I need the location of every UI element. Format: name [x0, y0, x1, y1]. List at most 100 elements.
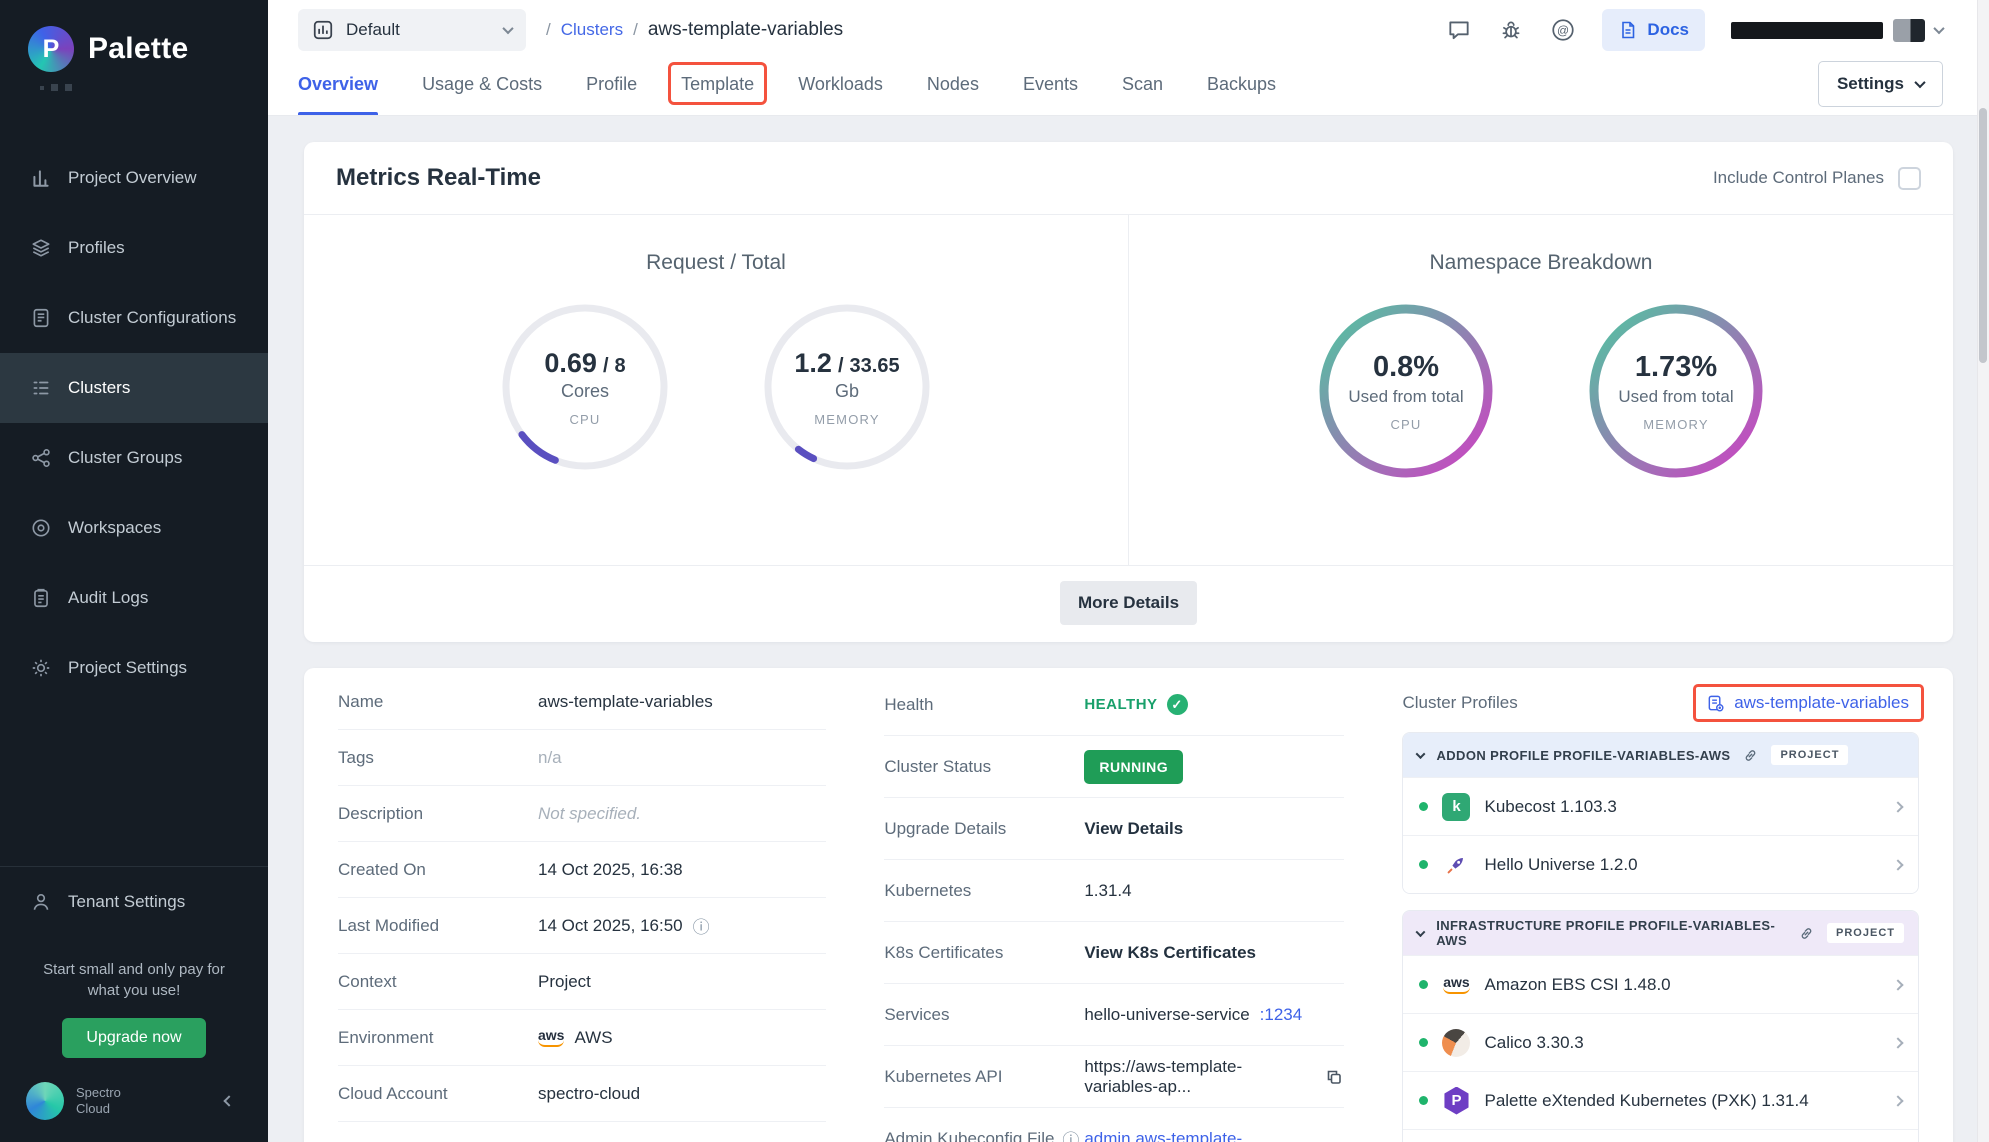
tab-overview[interactable]: Overview	[298, 54, 378, 115]
services-value: hello-universe-service	[1084, 1005, 1249, 1025]
profile-pack-calico[interactable]: Calico 3.30.3	[1403, 1013, 1918, 1071]
sidebar-item-audit-logs[interactable]: Audit Logs	[0, 563, 268, 633]
user-gear-icon	[30, 891, 52, 913]
settings-button[interactable]: Settings	[1818, 61, 1943, 107]
cpu-total-value: 8	[615, 355, 626, 378]
sidebar-item-label: Tenant Settings	[68, 892, 185, 912]
sidebar-footer: Spectro Cloud	[0, 1058, 268, 1142]
sidebar-item-cluster-groups[interactable]: Cluster Groups	[0, 423, 268, 493]
tab-backups[interactable]: Backups	[1207, 54, 1276, 115]
sidebar: P Palette Project Overview Profiles Clus…	[0, 0, 268, 1142]
info-icon[interactable]: ⓘ	[693, 913, 710, 938]
tab-profile[interactable]: Profile	[586, 54, 637, 115]
service-port-link[interactable]: :1234	[1260, 1005, 1303, 1025]
memory-request-value: 1.2	[794, 348, 832, 379]
sidebar-item-profiles[interactable]: Profiles	[0, 213, 268, 283]
sidebar-item-workspaces[interactable]: Workspaces	[0, 493, 268, 563]
page-scrollbar[interactable]	[1977, 0, 1989, 1142]
sidebar-item-cluster-configurations[interactable]: Cluster Configurations	[0, 283, 268, 353]
scrollbar-thumb[interactable]	[1979, 108, 1987, 363]
breadcrumb-clusters-link[interactable]: Clusters	[561, 20, 623, 40]
breadcrumb-separator: /	[546, 20, 551, 40]
link-icon	[1798, 925, 1815, 942]
health-status-value: HEALTHY	[1084, 696, 1157, 713]
chevron-right-icon	[1892, 1037, 1903, 1048]
brand-name: Palette	[88, 32, 188, 66]
cluster-profiles-label: Cluster Profiles	[1402, 693, 1517, 713]
sidebar-item-clusters[interactable]: Clusters	[0, 353, 268, 423]
project-icon	[312, 19, 334, 41]
copy-icon[interactable]	[1324, 1067, 1344, 1087]
cloud-account-value: spectro-cloud	[538, 1084, 640, 1104]
upgrade-now-button[interactable]: Upgrade now	[62, 1018, 205, 1058]
calico-icon	[1442, 1029, 1470, 1057]
tab-events[interactable]: Events	[1023, 54, 1078, 115]
include-control-planes-label: Include Control Planes	[1713, 168, 1884, 188]
status-dot	[1419, 1096, 1428, 1105]
at-mentions-icon[interactable]: @	[1550, 17, 1576, 43]
spectro-cloud-wordmark: Spectro Cloud	[76, 1085, 121, 1118]
profile-pack-pxk[interactable]: P Palette eXtended Kubernetes (PXK) 1.31…	[1403, 1071, 1918, 1129]
tab-usage-costs[interactable]: Usage & Costs	[422, 54, 542, 115]
view-details-link[interactable]: View Details	[1084, 819, 1183, 839]
breadcrumb: / Clusters / aws-template-variables	[546, 19, 843, 41]
profile-pack-kubecost[interactable]: k Kubecost 1.103.3	[1403, 777, 1918, 835]
sidebar-collapse-button[interactable]	[214, 1086, 244, 1116]
svg-text:@: @	[1557, 23, 1569, 37]
layers-icon	[30, 237, 52, 259]
addon-profile-header[interactable]: ADDON PROFILE PROFILE-VARIABLES-AWS PROJ…	[1403, 733, 1918, 777]
project-selector[interactable]: Default	[298, 9, 526, 51]
cpu-gauge: 0.69 / 8 Cores CPU	[499, 301, 671, 473]
tab-template[interactable]: Template	[681, 74, 754, 95]
breadcrumb-current: aws-template-variables	[648, 19, 843, 41]
tab-scan[interactable]: Scan	[1122, 54, 1163, 115]
pxk-icon: P	[1442, 1087, 1470, 1115]
upgrade-message: Start small and only pay for what you us…	[26, 959, 242, 1003]
main-area: Default / Clusters / aws-template-variab…	[268, 0, 1989, 1142]
brand: P Palette	[0, 0, 268, 72]
details-left-column: Nameaws-template-variables Tagsn/a Descr…	[338, 674, 826, 1142]
profile-pack-ubuntu[interactable]: Ubuntu (AWS) 22.04	[1403, 1129, 1918, 1142]
metrics-card: Metrics Real-Time Include Control Planes…	[304, 142, 1953, 642]
docs-button[interactable]: Docs	[1602, 9, 1705, 51]
namespace-memory-value: 1.73%	[1635, 351, 1717, 384]
cluster-profile-link[interactable]: aws-template-variables	[1696, 685, 1919, 721]
view-k8s-certificates-link[interactable]: View K8s Certificates	[1084, 943, 1256, 963]
sidebar-item-label: Cluster Groups	[68, 448, 182, 468]
tab-nodes[interactable]: Nodes	[927, 54, 979, 115]
status-dot	[1419, 980, 1428, 989]
chevron-down-icon	[1416, 749, 1426, 759]
profile-pack-hello-universe[interactable]: Hello Universe 1.2.0	[1403, 835, 1918, 893]
profile-pack-amazon-ebs-csi[interactable]: aws Amazon EBS CSI 1.48.0	[1403, 955, 1918, 1013]
infrastructure-profile-group: INFRASTRUCTURE PROFILE PROFILE-VARIABLES…	[1402, 910, 1919, 1142]
profile-doc-icon	[1706, 694, 1725, 713]
tab-workloads[interactable]: Workloads	[798, 54, 883, 115]
sidebar-item-project-overview[interactable]: Project Overview	[0, 143, 268, 213]
info-icon[interactable]: ⓘ	[1062, 1126, 1079, 1142]
memory-total-value: 33.65	[850, 355, 900, 378]
sidebar-item-tenant-settings[interactable]: Tenant Settings	[0, 867, 268, 937]
cluster-name-value: aws-template-variables	[538, 692, 713, 712]
list-icon	[30, 377, 52, 399]
sidebar-item-label: Clusters	[68, 378, 130, 398]
bug-icon[interactable]	[1498, 17, 1524, 43]
clipboard-icon	[30, 587, 52, 609]
sidebar-item-label: Project Settings	[68, 658, 187, 678]
infrastructure-profile-header[interactable]: INFRASTRUCTURE PROFILE PROFILE-VARIABLES…	[1403, 911, 1918, 955]
status-dot	[1419, 802, 1428, 811]
chat-icon[interactable]	[1446, 17, 1472, 43]
target-icon	[30, 517, 52, 539]
topbar: Default / Clusters / aws-template-variab…	[268, 0, 1989, 54]
chevron-down-icon	[1933, 23, 1944, 34]
sidebar-item-project-settings[interactable]: Project Settings	[0, 633, 268, 703]
kubernetes-version-value: 1.31.4	[1084, 881, 1131, 901]
sidebar-item-label: Audit Logs	[68, 588, 148, 608]
chevron-right-icon	[1892, 859, 1903, 870]
user-menu[interactable]	[1731, 19, 1943, 42]
details-middle-column: Health HEALTHY✓ Cluster Status RUNNING U…	[884, 674, 1344, 1142]
nodes-icon	[30, 447, 52, 469]
check-icon: ✓	[1167, 694, 1188, 715]
admin-kubeconfig-link[interactable]: admin.aws-template-	[1084, 1129, 1242, 1142]
include-control-planes-checkbox[interactable]	[1898, 167, 1921, 190]
more-details-button[interactable]: More Details	[1060, 581, 1197, 625]
